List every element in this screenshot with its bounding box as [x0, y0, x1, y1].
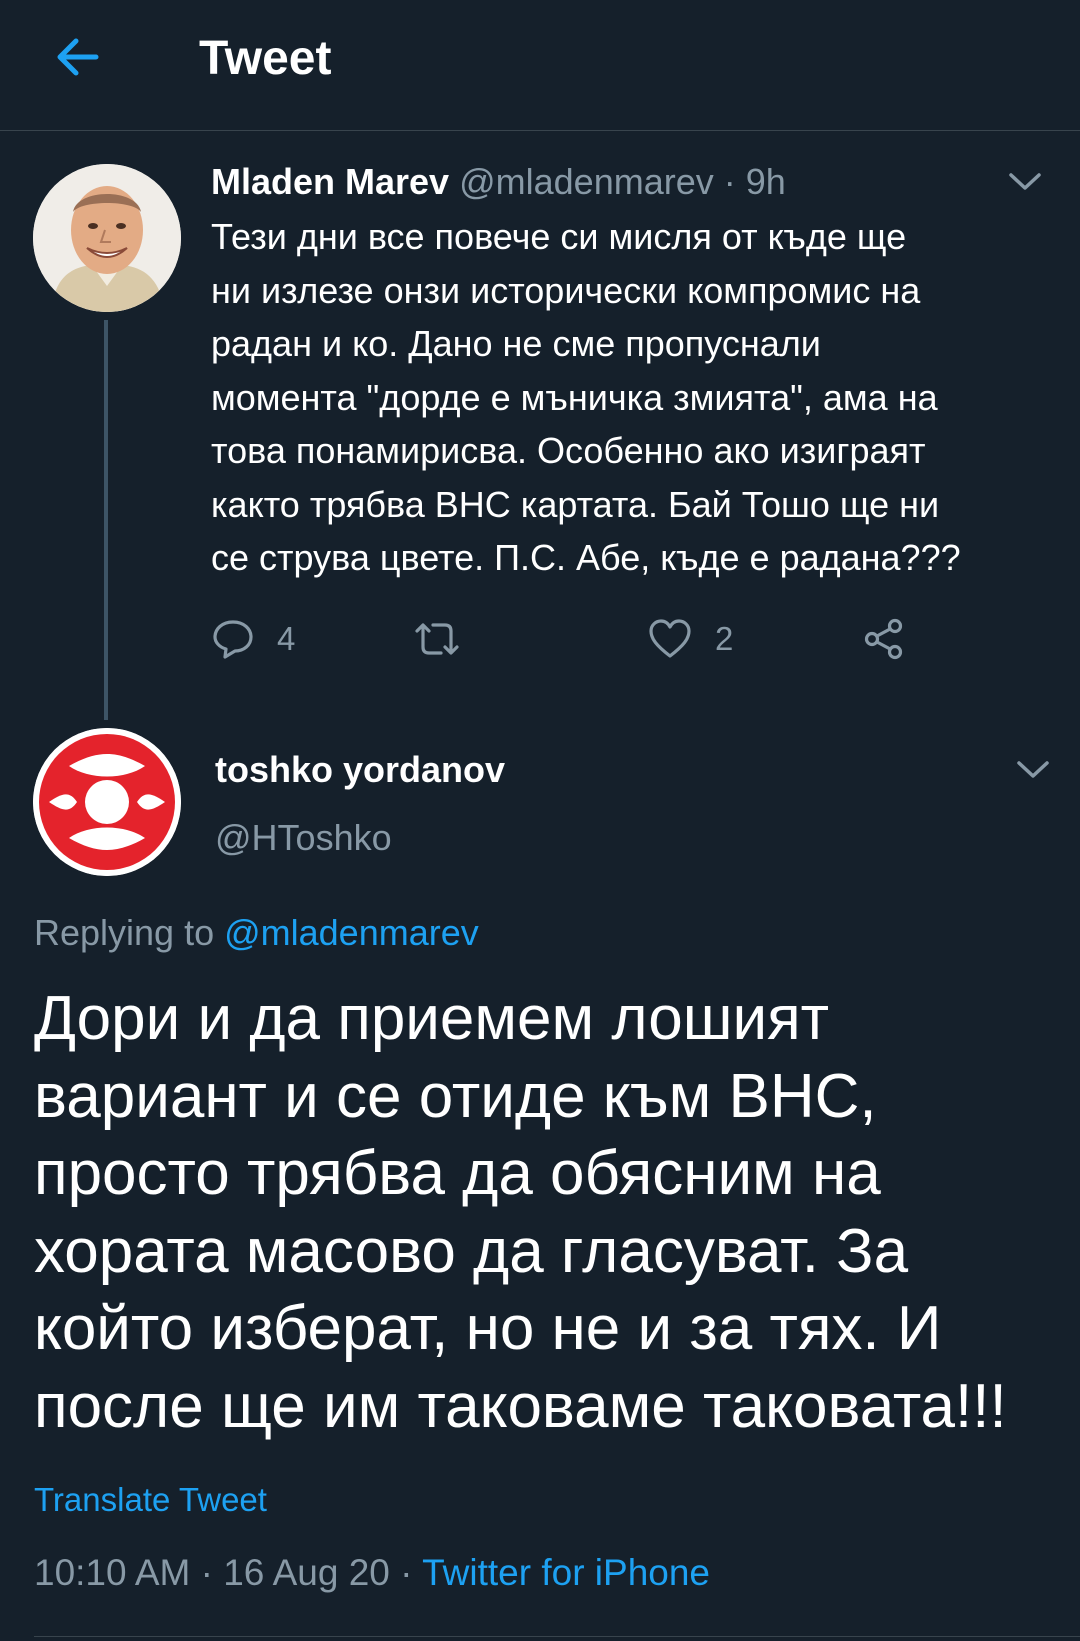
arrow-left-icon: [57, 38, 99, 76]
tweet-timestamp: 10:10 AM · 16 Aug 20 · Twitter for iPhon…: [34, 1550, 710, 1596]
tweet-text-line: просто трябва да обясним на: [34, 1139, 881, 1208]
tweet-text-line: момента "дорде е мъничка змията", ама на: [211, 376, 938, 418]
avatar-mladen-marev[interactable]: [33, 164, 181, 312]
page-title: Tweet: [199, 32, 332, 85]
tweet-text-line: Тези дни все повече си мисля от къде ще: [211, 216, 907, 257]
tweet-text-line: Дори и да приемем лошият: [34, 984, 830, 1053]
tweet-text-line: вариант и се отиде към ВНС,: [34, 1061, 877, 1131]
tweet-source-link[interactable]: Twitter for iPhone: [422, 1552, 710, 1593]
tweet-text-line: хората масово да гласуват. За: [34, 1216, 909, 1286]
author-name[interactable]: Mladen Marev: [211, 161, 449, 202]
meta-separator: ·: [723, 161, 746, 202]
parent-tweet-text: Тези дни все повече си мисля от къде ще …: [211, 210, 1061, 585]
like-count: 2: [715, 620, 734, 657]
tweet-text-line: който изберат, но не и за тях. И: [34, 1294, 942, 1363]
chevron-down-icon: [1009, 173, 1041, 190]
chevron-down-icon: [1017, 761, 1049, 778]
tweet-text-line: това понамирисва. Особенно ако изиграят: [211, 430, 926, 471]
parent-tweet-actions: 4 2: [211, 612, 931, 666]
share-button[interactable]: [861, 612, 907, 666]
parent-tweet-header: Mladen Marev @mladenmarev · 9h: [211, 160, 786, 204]
tweet-text-line: радан и ко. Дано не сме пропуснали: [211, 323, 821, 364]
like-button[interactable]: 2: [647, 612, 733, 666]
translate-tweet-link[interactable]: Translate Tweet: [34, 1480, 267, 1520]
replying-to: Replying to @mladenmarev: [34, 910, 479, 956]
reply-author-handle[interactable]: @HToshko: [215, 816, 392, 860]
reply-button[interactable]: 4: [211, 612, 295, 666]
reply-icon: [213, 620, 253, 659]
reply-tweet-text: Дори и да приемем лошият вариант и се от…: [34, 980, 1054, 1445]
reply-author-name[interactable]: toshko yordanov: [215, 748, 505, 792]
author-handle[interactable]: @mladenmarev: [459, 161, 714, 202]
profile-photo: [33, 164, 181, 312]
tweet-text-line: после ще им таковаме таковата!!!: [34, 1371, 1007, 1441]
avatar-toshko-yordanov[interactable]: [33, 728, 181, 876]
retweet-icon: [415, 623, 459, 655]
tweet-text-line: ни излезе онзи исторически компромис на: [211, 269, 921, 311]
retweet-button[interactable]: [411, 612, 485, 666]
tweet-time[interactable]: 9h: [746, 161, 786, 202]
parent-tweet-menu-button[interactable]: [1005, 162, 1045, 202]
back-button[interactable]: [50, 30, 104, 84]
reply-count: 4: [277, 620, 296, 657]
replying-to-handle[interactable]: @mladenmarev: [224, 912, 479, 953]
share-icon: [864, 618, 903, 660]
reply-tweet-menu-button[interactable]: [1013, 750, 1053, 790]
timestamp-text: 10:10 AM · 16 Aug 20 ·: [34, 1552, 423, 1593]
tweet-text-line: както трябва ВНС картата. Бай Тошо ще ни: [211, 483, 940, 525]
heart-icon: [649, 619, 691, 658]
kyokushin-logo: [33, 728, 181, 876]
tweet-text-line: се струва цвете. П.С. Абе, къде е радана…: [211, 537, 961, 578]
thread-connector: [104, 320, 108, 720]
top-bar: Tweet: [0, 0, 1080, 131]
replying-prefix: Replying to: [34, 912, 225, 953]
divider: [34, 1636, 1080, 1637]
